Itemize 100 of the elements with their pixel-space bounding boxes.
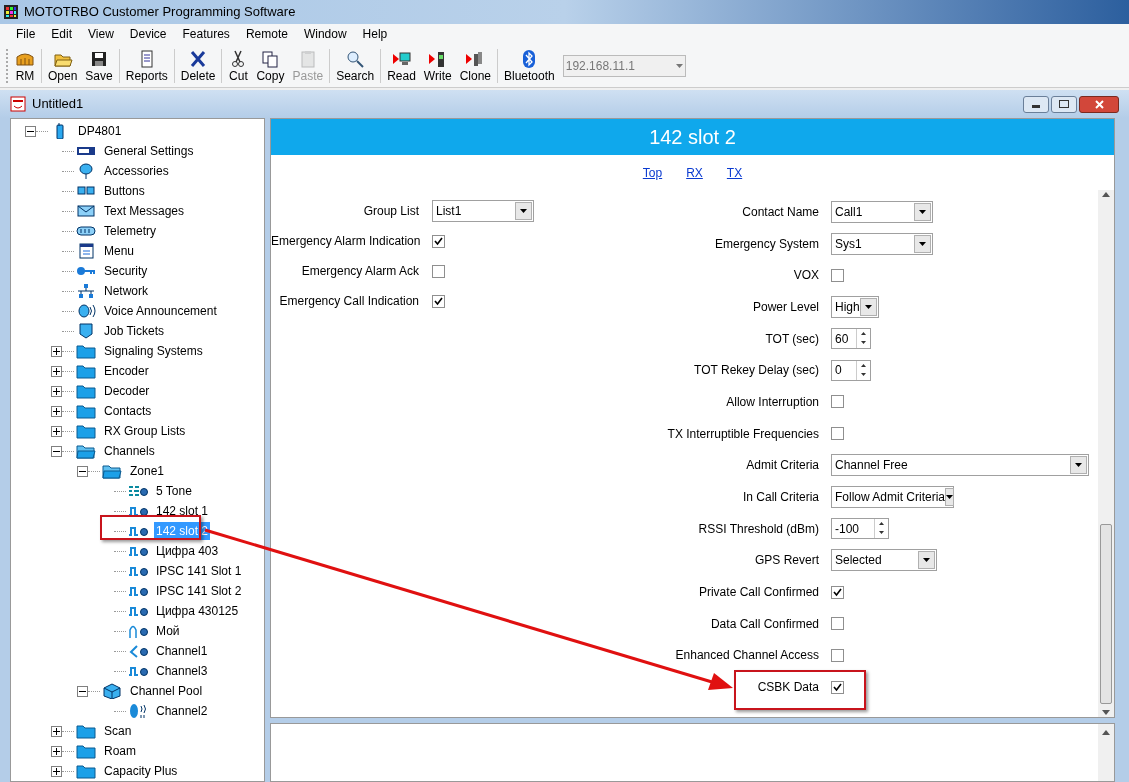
menubar-entry[interactable]: Help: [354, 25, 396, 43]
tree-item[interactable]: 142 slot 1: [154, 502, 211, 520]
tree-item[interactable]: Zone1: [128, 462, 167, 480]
checkbox[interactable]: [432, 234, 445, 248]
tree-item[interactable]: Roam: [102, 742, 138, 760]
dropdown[interactable]: List1: [432, 200, 534, 222]
checkbox[interactable]: [831, 680, 844, 694]
expander-box[interactable]: [51, 365, 62, 377]
folder-icon: [76, 423, 96, 439]
field-label: Emergency Alarm Indication: [271, 233, 419, 250]
menubar-entry[interactable]: File: [8, 25, 44, 43]
expander-box[interactable]: [25, 125, 36, 137]
checkbox[interactable]: [831, 427, 844, 441]
tree-item[interactable]: IPSC 141 Slot 1: [154, 562, 244, 580]
expander-box[interactable]: [51, 445, 62, 457]
dropdown[interactable]: Channel Free: [831, 454, 1089, 477]
tree-item[interactable]: Buttons: [102, 182, 147, 200]
section-link[interactable]: Top: [642, 163, 663, 182]
tree-item[interactable]: Мой: [154, 622, 182, 640]
checkbox[interactable]: [831, 648, 844, 662]
toolbar-button[interactable]: Write: [419, 48, 456, 83]
capacity-channel-icon: [128, 643, 148, 659]
expander-box[interactable]: [51, 345, 62, 357]
dropdown[interactable]: Follow Admit Criteria: [831, 486, 954, 509]
menubar-entry[interactable]: Edit: [43, 25, 81, 43]
tree-item[interactable]: Text Messages: [102, 202, 187, 220]
tree-item[interactable]: General Settings: [102, 142, 196, 160]
tree-item[interactable]: Encoder: [102, 362, 151, 380]
expander-box[interactable]: [77, 685, 88, 697]
dropdown[interactable]: Sys1: [831, 232, 933, 255]
up-arrow-icon[interactable]: [1102, 192, 1110, 197]
expander-box[interactable]: [51, 745, 62, 757]
checkbox[interactable]: [432, 294, 445, 308]
dropdown[interactable]: Selected: [831, 549, 937, 572]
toolbar-button[interactable]: Delete: [176, 48, 220, 83]
tree-item[interactable]: RX Group Lists: [102, 422, 188, 440]
tree-item[interactable]: Channels: [102, 442, 157, 460]
tree-item[interactable]: Channel1: [154, 642, 210, 660]
tree-item[interactable]: Channel3: [154, 662, 210, 680]
up-arrow-icon[interactable]: [1102, 730, 1110, 735]
tree-item[interactable]: Capacity Plus: [102, 762, 180, 780]
spinner-field[interactable]: 0: [831, 359, 871, 381]
expander-box[interactable]: [51, 405, 62, 417]
tree-item[interactable]: Signaling Systems: [102, 342, 205, 360]
tree-item[interactable]: Channel2: [154, 702, 210, 720]
tree-item[interactable]: Цифра 403: [154, 542, 221, 560]
dropdown[interactable]: Call1: [831, 200, 933, 223]
restore-button[interactable]: [1051, 95, 1077, 113]
toolbar-button[interactable]: Reports: [121, 48, 172, 83]
scrollbar-thumb[interactable]: [1100, 524, 1112, 704]
down-arrow-icon[interactable]: [1102, 710, 1110, 715]
toolbar-button[interactable]: Cut: [224, 48, 253, 83]
expander-box[interactable]: [51, 765, 62, 777]
menubar-entry[interactable]: Features: [174, 25, 238, 43]
minimize-button[interactable]: [1023, 95, 1049, 113]
tree-item[interactable]: IPSC 141 Slot 2: [154, 582, 244, 600]
tree-item[interactable]: Цифра 430125: [154, 602, 241, 620]
toolbar-button[interactable]: Clone: [455, 48, 495, 83]
spinner-field[interactable]: 60: [831, 328, 871, 350]
menubar-entry[interactable]: View: [80, 25, 122, 43]
tree-item[interactable]: Job Tickets: [102, 322, 167, 340]
toolbar-button[interactable]: Save: [81, 48, 117, 83]
toolbar-button[interactable]: Copy: [252, 48, 289, 83]
toolbar-button[interactable]: Open: [44, 48, 82, 83]
toolbar-button[interactable]: Search: [332, 48, 379, 83]
checkbox[interactable]: [831, 395, 844, 409]
tree-item[interactable]: Security: [102, 262, 150, 280]
tree-item[interactable]: 5 Tone: [154, 482, 194, 500]
menubar-entry[interactable]: Window: [295, 25, 355, 43]
tree-item[interactable]: Decoder: [102, 382, 152, 400]
toolbar-button[interactable]: Bluetooth: [500, 48, 559, 83]
spinner-field[interactable]: -100: [831, 518, 889, 540]
section-link[interactable]: RX: [686, 163, 703, 182]
checkbox[interactable]: [831, 617, 844, 631]
checkbox[interactable]: [831, 585, 844, 599]
expander-box[interactable]: [51, 425, 62, 437]
close-button[interactable]: [1079, 95, 1119, 113]
dropdown[interactable]: High: [831, 295, 879, 318]
expander-box[interactable]: [51, 725, 62, 737]
tree-item[interactable]: Menu: [102, 242, 137, 260]
tree-item[interactable]: Network: [102, 282, 150, 300]
tree-item[interactable]: Voice Announcement: [102, 302, 219, 320]
toolbar-button[interactable]: RM: [11, 48, 39, 83]
checkbox[interactable]: [831, 268, 844, 282]
menubar-entry[interactable]: Device: [121, 25, 175, 43]
menubar-entry[interactable]: Remote: [237, 25, 296, 43]
section-link[interactable]: TX: [726, 163, 743, 182]
scrollbar[interactable]: [1098, 190, 1114, 717]
expander-box[interactable]: [77, 465, 88, 477]
tree-item[interactable]: Scan: [102, 722, 134, 740]
tree-item[interactable]: Channel Pool: [128, 682, 205, 700]
tree-item[interactable]: DP4801: [76, 122, 124, 140]
expander-box[interactable]: [51, 385, 62, 397]
microphone-icon: [76, 163, 96, 179]
toolbar-button[interactable]: Read: [383, 48, 420, 83]
tree-item[interactable]: Accessories: [102, 162, 171, 180]
tree-item[interactable]: Contacts: [102, 402, 154, 420]
checkbox[interactable]: [432, 264, 445, 278]
tree-item[interactable]: Telemetry: [102, 222, 158, 240]
address-dropdown[interactable]: 192.168.11.1: [562, 54, 686, 77]
